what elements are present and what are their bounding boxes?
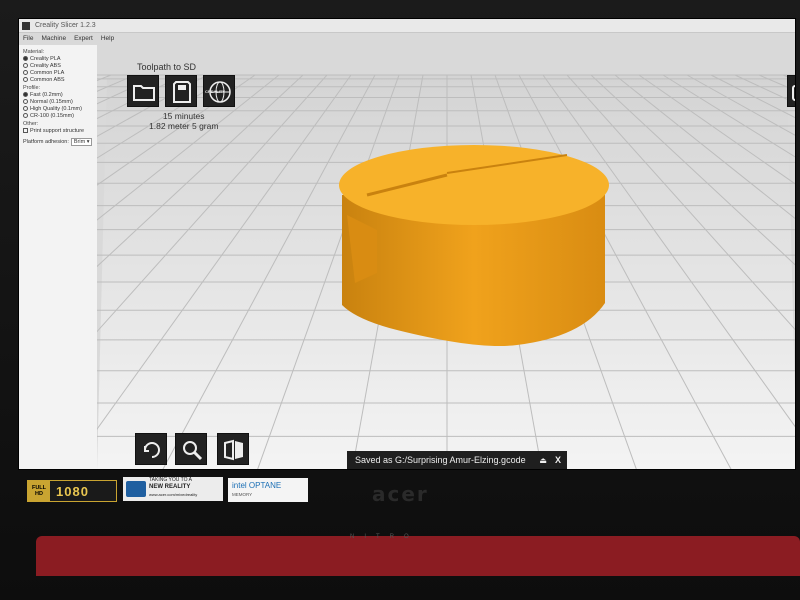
snapshot-button[interactable] xyxy=(787,75,795,107)
support-option[interactable]: Print support structure xyxy=(23,127,93,134)
magnifier-icon xyxy=(183,441,203,461)
option-label: Print support structure xyxy=(30,127,85,134)
scale-button[interactable] xyxy=(175,433,207,465)
option-label: Fast (0.2mm) xyxy=(30,91,63,98)
menu-expert[interactable]: Expert xyxy=(70,33,97,45)
print-estimate: 15 minutes 1.82 meter 5 gram xyxy=(149,111,218,131)
build-plate xyxy=(97,74,795,469)
optane-text: intel OPTANE xyxy=(232,481,282,490)
printed-model[interactable] xyxy=(339,145,609,346)
material-option[interactable]: Common PLA xyxy=(23,69,93,76)
laptop-hinge xyxy=(36,536,800,576)
title-bar: Creality Slicer 1.2.3 xyxy=(19,19,795,33)
option-label: Creality ABS xyxy=(30,62,61,69)
profile-option[interactable]: Fast (0.2mm) xyxy=(23,91,93,98)
monitor-screen: Creality Slicer 1.2.3 File Machine Exper… xyxy=(18,18,796,470)
radio-icon[interactable] xyxy=(23,70,28,75)
option-label: Normal (0.15mm) xyxy=(30,98,73,105)
radio-icon[interactable] xyxy=(23,56,28,61)
radio-icon[interactable] xyxy=(23,92,28,97)
sticker-text: www.acer.com/mixedreality xyxy=(149,492,198,497)
material-option[interactable]: Creality PLA xyxy=(23,55,93,62)
app-logo-icon xyxy=(22,22,30,30)
profile-option[interactable]: CR-100 (0.15mm) xyxy=(23,112,93,119)
adhesion-label: Platform adhesion: xyxy=(23,139,69,145)
folder-icon xyxy=(133,85,155,101)
time-estimate: 15 minutes xyxy=(162,111,205,121)
resolution-text: 1080 xyxy=(56,483,89,499)
radio-icon[interactable] xyxy=(23,113,28,118)
option-label: High Quality (0.1mm) xyxy=(30,105,82,112)
profile-option[interactable]: Normal (0.15mm) xyxy=(23,98,93,105)
material-option[interactable]: Common ABS xyxy=(23,76,93,83)
material-option[interactable]: Creality ABS xyxy=(23,62,93,69)
camera-icon xyxy=(792,85,795,101)
radio-icon[interactable] xyxy=(23,77,28,82)
menu-help[interactable]: Help xyxy=(97,33,118,45)
mixed-reality-logo-icon xyxy=(126,481,146,497)
option-label: CR-100 (0.15mm) xyxy=(30,112,75,119)
option-label: Common PLA xyxy=(30,69,65,76)
intel-optane-sticker: intel OPTANE MEMORY xyxy=(228,478,308,502)
acer-logo: acer xyxy=(372,482,429,506)
adhesion-select[interactable]: Brim ▾ xyxy=(70,138,93,146)
rotate-button[interactable] xyxy=(135,433,167,465)
menu-machine[interactable]: Machine xyxy=(37,33,70,45)
settings-panel: Material: Creality PLA Creality ABS Comm… xyxy=(19,45,97,469)
optane-subtext: MEMORY xyxy=(232,492,253,497)
profile-option[interactable]: High Quality (0.1mm) xyxy=(23,105,93,112)
eject-icon[interactable]: ⏏ xyxy=(537,456,549,465)
rotate-icon xyxy=(144,442,160,458)
toolpath-label: Toolpath to SD xyxy=(137,62,197,72)
load-model-button[interactable] xyxy=(127,75,159,107)
3d-viewport[interactable]: CREALITY Toolpath to SD 15 minutes 1.82 … xyxy=(97,45,795,469)
mirror-button[interactable] xyxy=(217,433,249,465)
adhesion-row: Platform adhesion: Brim ▾ xyxy=(23,138,93,146)
nitro-label: NITRO xyxy=(350,534,419,540)
mirror-icon xyxy=(224,439,243,461)
menu-file[interactable]: File xyxy=(19,33,37,45)
save-notification: Saved as G:/Surprising Amur-Elzing.gcode… xyxy=(347,451,567,469)
menu-bar: File Machine Expert Help xyxy=(19,33,118,45)
full-hd-badge: FULL HD xyxy=(28,481,50,501)
mixed-reality-sticker: TAKING YOU TO A NEW REALITY www.acer.com… xyxy=(123,477,223,501)
saved-path: Saved as G:/Surprising Amur-Elzing.gcode xyxy=(355,455,526,465)
full-hd-sticker: FULL HD 1080 xyxy=(27,480,117,502)
radio-icon[interactable] xyxy=(23,99,28,104)
close-notification-button[interactable]: X xyxy=(549,455,567,465)
option-label: Creality PLA xyxy=(30,55,61,62)
sd-card-icon xyxy=(173,81,191,103)
photo: Creality Slicer 1.2.3 File Machine Exper… xyxy=(0,0,800,600)
radio-icon[interactable] xyxy=(23,63,28,68)
material-estimate: 1.82 meter 5 gram xyxy=(149,121,219,131)
option-label: Common ABS xyxy=(30,76,65,83)
sticker-text: TAKING YOU TO A xyxy=(149,477,192,483)
save-to-sd-button[interactable] xyxy=(165,75,197,107)
radio-icon[interactable] xyxy=(23,106,28,111)
creality-cloud-button[interactable]: CREALITY xyxy=(203,75,235,107)
full-hd-text: HD xyxy=(35,491,43,497)
creality-wordmark: CREALITY xyxy=(205,89,225,94)
checkbox-icon[interactable] xyxy=(23,128,28,133)
adhesion-value: Brim xyxy=(73,139,86,145)
sticker-text: NEW REALITY xyxy=(149,484,191,490)
window-title: Creality Slicer 1.2.3 xyxy=(35,22,96,29)
